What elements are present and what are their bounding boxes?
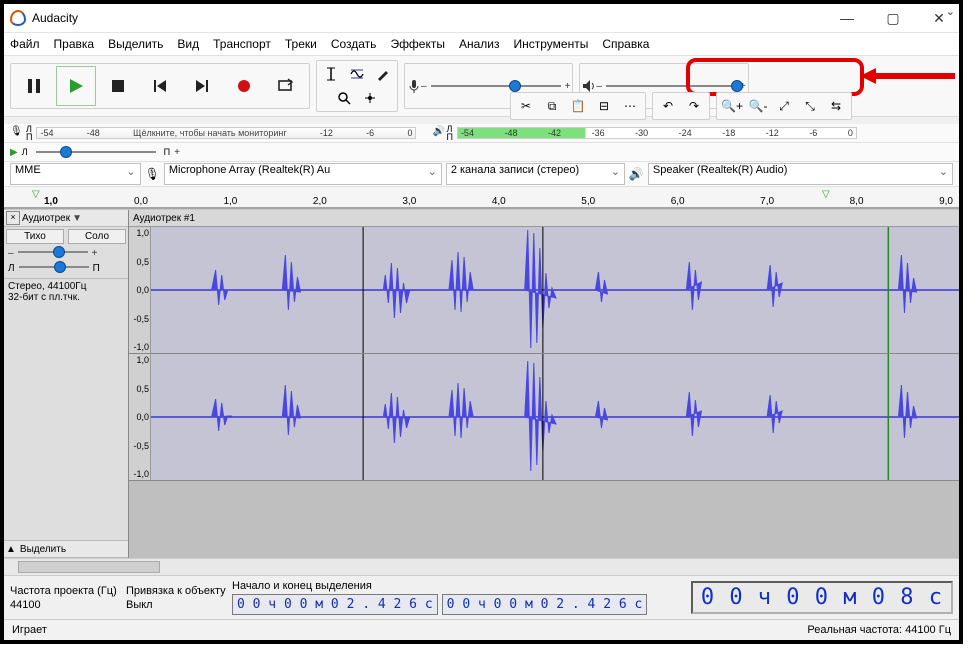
status-state: Играет <box>12 624 47 636</box>
minimize-button[interactable]: — <box>833 10 861 27</box>
track-panel: × Аудиотрек ▼ Тихо Соло –+ ЛП Стерео, 44… <box>4 210 129 558</box>
solo-button[interactable]: Соло <box>68 229 126 244</box>
edit-group: ✂ ⧉ 📋 ⊟ ⋯ <box>510 92 646 120</box>
menu-bar: Файл Правка Выделить Вид Транспорт Треки… <box>4 33 959 56</box>
cut-icon[interactable]: ✂ <box>514 95 538 117</box>
y-labels-right: 1,00,50,0-0,5-1,0 <box>129 354 151 480</box>
menu-edit[interactable]: Правка <box>54 37 95 51</box>
status-rate: Реальная частота: 44100 Гц <box>807 624 951 636</box>
status-bar: Играет Реальная частота: 44100 Гц <box>4 619 959 640</box>
rec-meter-mic-icon[interactable]: 🎙 <box>10 126 24 140</box>
undo-group: ↶ ↷ <box>652 92 710 120</box>
selection-end[interactable]: 0 0 ч 0 0 м 0 2 . 4 2 6 с <box>442 594 648 615</box>
play-start-marker-icon[interactable]: ▽ <box>32 189 40 200</box>
input-select[interactable]: Microphone Array (Realtek(R) Au <box>164 163 442 185</box>
track-menu-chevron-icon[interactable]: ▼ <box>72 213 82 224</box>
envelope-tool-icon[interactable] <box>345 62 369 86</box>
time-ruler[interactable]: ▽ 1,0 ▽ 0,01,02,03,04,05,06,07,08,09,0 <box>4 187 959 210</box>
channel-left[interactable]: 1,00,50,0-0,5-1,0 <box>129 227 959 354</box>
output-spk-icon: 🔊 <box>629 167 644 181</box>
paste-icon[interactable]: 📋 <box>566 95 590 117</box>
undo-icon[interactable]: ↶ <box>656 95 680 117</box>
zoom-toggle-icon[interactable]: ⇆ <box>824 95 848 117</box>
selection-bar: Частота проекта (Гц) 44100 Привязка к об… <box>4 575 959 619</box>
menu-file[interactable]: Файл <box>10 37 40 51</box>
menu-tracks[interactable]: Треки <box>285 37 317 51</box>
host-select[interactable]: MME <box>10 163 141 185</box>
playback-speed-slider[interactable] <box>36 148 156 156</box>
playback-slider-row: ▶ Л П + <box>4 143 959 162</box>
channel-right[interactable]: 1,00,50,0-0,5-1,0 <box>129 354 959 481</box>
window-title: Audacity <box>32 11 78 25</box>
track-close-icon[interactable]: × <box>6 211 20 225</box>
track-header[interactable]: × Аудиотрек ▼ <box>4 210 128 227</box>
meter-row: 🎙 ЛП -54-48Щёлкните, чтобы начать монито… <box>4 124 959 143</box>
channels-select[interactable]: 2 канала записи (стерео) <box>446 163 625 185</box>
zoom-out-icon[interactable]: 🔍- <box>746 95 770 117</box>
play-meter-ch-labels: ЛП <box>446 125 452 141</box>
h-scrollbar[interactable] <box>4 558 959 575</box>
y-labels-left: 1,00,50,0-0,5-1,0 <box>129 227 151 353</box>
silence-icon[interactable]: ⋯ <box>618 95 642 117</box>
selection-start[interactable]: 0 0 ч 0 0 м 0 2 . 4 2 6 с <box>232 594 438 615</box>
project-rate-select[interactable]: 44100 <box>10 599 120 611</box>
menu-effects[interactable]: Эффекты <box>390 37 445 51</box>
pan-l-label: Л <box>22 147 28 157</box>
redo-icon[interactable]: ↷ <box>682 95 706 117</box>
menu-view[interactable]: Вид <box>177 37 199 51</box>
zoom-in-icon[interactable]: 🔍+ <box>720 95 744 117</box>
menu-tools[interactable]: Инструменты <box>514 37 589 51</box>
annotation-arrow <box>860 66 960 86</box>
clip-title[interactable]: Аудиотрек #1 <box>129 210 959 227</box>
rec-meter-ch-labels: ЛП <box>26 125 32 141</box>
mute-button[interactable]: Тихо <box>6 229 64 244</box>
app-logo-icon <box>10 10 26 26</box>
zoom-sel-icon[interactable]: ⤢ <box>772 95 796 117</box>
zoom-fit-icon[interactable]: ⤡ <box>798 95 822 117</box>
waveform-area[interactable]: Аудиотрек #1 1,00,50,0-0,5-1,0 <box>129 210 959 558</box>
menu-help[interactable]: Справка <box>602 37 649 51</box>
menu-analyze[interactable]: Анализ <box>459 37 500 51</box>
audio-position[interactable]: 0 0 ч 0 0 м 0 8 с <box>691 581 953 614</box>
menu-select[interactable]: Выделить <box>108 37 163 51</box>
play-meter[interactable]: -54-48-42-36-30-24-18-12-60 <box>457 127 857 139</box>
trim-icon[interactable]: ⊟ <box>592 95 616 117</box>
track-gain-slider[interactable] <box>18 248 88 256</box>
track-pan-slider[interactable] <box>19 263 89 271</box>
pan-r-label: П <box>164 147 170 157</box>
track-area: × Аудиотрек ▼ Тихо Соло –+ ЛП Стерео, 44… <box>4 210 959 558</box>
draw-tool-icon[interactable] <box>371 62 395 86</box>
selection-tool-icon[interactable] <box>319 62 343 86</box>
device-row: MME 🎙 Microphone Array (Realtek(R) Au 2 … <box>4 162 959 187</box>
menu-generate[interactable]: Создать <box>331 37 377 51</box>
input-mic-icon: 🎙 <box>145 167 160 181</box>
rec-meter[interactable]: -54-48Щёлкните, чтобы начать мониторинг-… <box>36 127 416 139</box>
title-bar: Audacity — ▢ ✕ <box>4 4 959 33</box>
output-select[interactable]: Speaker (Realtek(R) Audio) <box>648 163 953 185</box>
zoom-group: 🔍+ 🔍- ⤢ ⤡ ⇆ <box>716 92 852 120</box>
toolbar-edit: ✂ ⧉ 📋 ⊟ ⋯ ↶ ↷ 🔍+ 🔍- ⤢ ⤡ ⇆ <box>4 88 959 124</box>
app-window: Audacity — ▢ ✕ Файл Правка Выделить Вид … <box>0 0 963 644</box>
selection-mode-select[interactable]: Начало и конец выделения <box>232 580 522 592</box>
playhead-play-icon[interactable]: ▶ <box>10 147 18 158</box>
track-select-button[interactable]: Выделить <box>20 544 66 555</box>
snap-select[interactable]: Выкл <box>126 599 226 611</box>
maximize-button[interactable]: ▢ <box>879 10 907 27</box>
menu-transport[interactable]: Транспорт <box>213 37 271 51</box>
play-meter-spk-icon[interactable]: 🔊 <box>432 126 446 140</box>
collapse-chevron-icon[interactable]: ▲ <box>6 544 16 555</box>
copy-icon[interactable]: ⧉ <box>540 95 564 117</box>
